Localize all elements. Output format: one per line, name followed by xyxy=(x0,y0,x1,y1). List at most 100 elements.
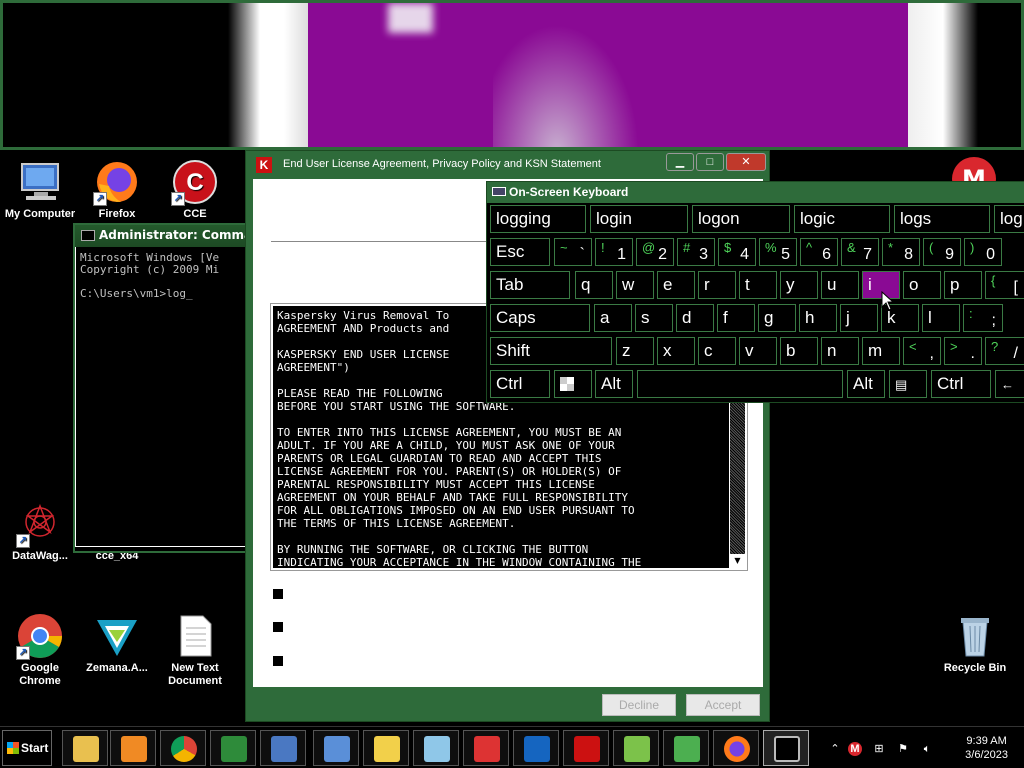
desktop-icon-zemana[interactable]: Zemana.A... xyxy=(77,612,157,675)
key-6[interactable]: ^ 6 xyxy=(800,238,838,266)
taskbar-malwarebytes[interactable] xyxy=(513,730,559,766)
key-n[interactable]: n xyxy=(821,337,859,365)
decline-button[interactable]: Decline xyxy=(602,694,676,716)
prediction-key[interactable]: log xyxy=(994,205,1024,233)
prediction-key[interactable]: login xyxy=(590,205,688,233)
desktop-icon-firefox[interactable]: ↗ Firefox xyxy=(77,158,157,221)
accept-button[interactable]: Accept xyxy=(686,694,760,716)
checkbox-2[interactable] xyxy=(273,622,283,632)
mega-tray-icon[interactable]: M xyxy=(848,742,862,756)
checkbox-1[interactable] xyxy=(273,589,283,599)
prediction-key[interactable]: logging xyxy=(490,205,586,233)
volume-icon[interactable]: 🔈︎ xyxy=(920,742,934,756)
taskbar-csharp[interactable] xyxy=(210,730,256,766)
prediction-key[interactable]: logs xyxy=(894,205,990,233)
key-x[interactable]: x xyxy=(657,337,695,365)
taskbar-monitor[interactable] xyxy=(260,730,306,766)
key-space[interactable] xyxy=(637,370,843,398)
key-ctrl-right[interactable]: Ctrl xyxy=(931,370,991,398)
key-2[interactable]: @2 xyxy=(636,238,674,266)
scroll-down-arrow-icon[interactable]: ▼ xyxy=(730,554,745,568)
key-caps[interactable]: Caps xyxy=(490,304,590,332)
prediction-key[interactable]: logic xyxy=(794,205,890,233)
taskbar-paint[interactable] xyxy=(413,730,459,766)
key-r[interactable]: r xyxy=(698,271,736,299)
key-period[interactable]: >. xyxy=(944,337,982,365)
key-h[interactable]: h xyxy=(799,304,837,332)
close-button[interactable]: ✕ xyxy=(726,153,766,171)
minimize-button[interactable]: ▁ xyxy=(666,153,694,171)
desktop-icon-new-text-document[interactable]: New Text Document xyxy=(155,612,235,688)
key-z[interactable]: z xyxy=(616,337,654,365)
desktop-icon-my-computer[interactable]: My Computer xyxy=(0,158,80,221)
cmd-console-text[interactable]: Microsoft Windows [Ve Copyright (c) 2009… xyxy=(75,247,251,547)
key-9[interactable]: (9 xyxy=(923,238,961,266)
key-f[interactable]: f xyxy=(717,304,755,332)
taskbar-gecko[interactable] xyxy=(663,730,709,766)
key-bracket[interactable]: {[ xyxy=(985,271,1024,299)
desktop-icon-datawag[interactable]: ↗ DataWag... xyxy=(0,500,80,563)
key-j[interactable]: j xyxy=(840,304,878,332)
key-3[interactable]: #3 xyxy=(677,238,715,266)
key-q[interactable]: q xyxy=(575,271,613,299)
key-e[interactable]: e xyxy=(657,271,695,299)
key-l[interactable]: l xyxy=(922,304,960,332)
key-5[interactable]: % 5 xyxy=(759,238,797,266)
key-t[interactable]: t xyxy=(739,271,777,299)
key-g[interactable]: g xyxy=(758,304,796,332)
taskbar-explorer[interactable] xyxy=(62,730,108,766)
taskbar-tools[interactable] xyxy=(463,730,509,766)
key-tab[interactable]: Tab xyxy=(490,271,570,299)
key-ctrl-left[interactable]: Ctrl xyxy=(490,370,550,398)
cmd-title-bar[interactable]: Administrator: Command P xyxy=(75,225,251,247)
key-m[interactable]: m xyxy=(862,337,900,365)
key-4[interactable]: $4 xyxy=(718,238,756,266)
key-8[interactable]: * 8 xyxy=(882,238,920,266)
key-c[interactable]: c xyxy=(698,337,736,365)
taskbar-kaspersky[interactable] xyxy=(563,730,609,766)
key-slash[interactable]: ? / xyxy=(985,337,1024,365)
taskbar-chat[interactable] xyxy=(363,730,409,766)
key-shift[interactable]: Shift xyxy=(490,337,612,365)
key-d[interactable]: d xyxy=(676,304,714,332)
flag-tray-icon[interactable]: ⚑ xyxy=(896,742,910,756)
checkbox-3[interactable] xyxy=(273,656,283,666)
key-backtick[interactable]: ~ ` xyxy=(554,238,592,266)
license-title-bar[interactable]: K End User License Agreement, Privacy Po… xyxy=(246,151,769,177)
key-semicolon[interactable]: :; xyxy=(963,304,1003,332)
key-alt-right[interactable]: Alt xyxy=(847,370,885,398)
command-prompt-window[interactable]: Administrator: Command P Microsoft Windo… xyxy=(73,223,253,553)
key-w[interactable]: w xyxy=(616,271,654,299)
taskbar-media[interactable] xyxy=(110,730,156,766)
taskbar-cmd[interactable] xyxy=(763,730,809,766)
taskbar-firefox[interactable] xyxy=(713,730,759,766)
maximize-button[interactable]: □ xyxy=(696,153,724,171)
key-1[interactable]: ! 1 xyxy=(595,238,633,266)
key-u[interactable]: u xyxy=(821,271,859,299)
on-screen-keyboard[interactable]: On-Screen Keyboard logging login logon l… xyxy=(486,181,1024,403)
network-tray-icon[interactable]: ⊞ xyxy=(872,742,886,756)
start-button[interactable]: Start xyxy=(2,730,52,766)
clock[interactable]: 9:39 AM 3/6/2023 xyxy=(965,734,1008,762)
key-menu[interactable]: ▤ xyxy=(889,370,927,398)
key-s[interactable]: s xyxy=(635,304,673,332)
taskbar-installer[interactable] xyxy=(613,730,659,766)
desktop-icon-cce[interactable]: C ↗ CCE xyxy=(155,158,235,221)
key-a[interactable]: a xyxy=(594,304,632,332)
key-p[interactable]: p xyxy=(944,271,982,299)
key-o[interactable]: o xyxy=(903,271,941,299)
key-comma[interactable]: <, xyxy=(903,337,941,365)
key-b[interactable]: b xyxy=(780,337,818,365)
key-esc[interactable]: Esc xyxy=(490,238,550,266)
key-alt-left[interactable]: Alt xyxy=(595,370,633,398)
taskbar-network[interactable] xyxy=(313,730,359,766)
key-0[interactable]: ) 0 xyxy=(964,238,1002,266)
taskbar-chrome[interactable] xyxy=(160,730,206,766)
osk-title-bar[interactable]: On-Screen Keyboard xyxy=(487,182,1024,202)
key-7[interactable]: & 7 xyxy=(841,238,879,266)
key-y[interactable]: y xyxy=(780,271,818,299)
key-left-arrow[interactable]: ← xyxy=(995,370,1024,398)
prediction-key[interactable]: logon xyxy=(692,205,790,233)
key-windows[interactable] xyxy=(554,370,592,398)
chevron-up-icon[interactable]: ⌃ xyxy=(828,742,842,756)
